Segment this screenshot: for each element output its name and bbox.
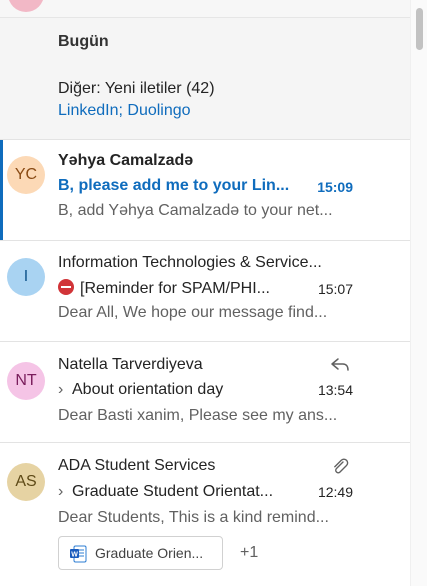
message-item[interactable]: AS ADA Student Services › Graduate Studen… (0, 443, 410, 586)
avatar: YC (7, 156, 45, 194)
avatar (8, 0, 44, 12)
message-subject: [Reminder for SPAM/PHI... (58, 279, 308, 298)
avatar-initials: I (23, 268, 29, 285)
message-sender: Yəhya Camalzadə (58, 152, 194, 169)
message-time: 15:09 (317, 179, 353, 195)
message-subject-text: [Reminder for SPAM/PHI... (80, 280, 270, 297)
avatar: AS (7, 463, 45, 501)
scrollbar-thumb[interactable] (416, 8, 423, 50)
message-sender: Natella Tarverdiyeva (58, 356, 203, 373)
unread-indicator (0, 140, 3, 240)
message-subject-text: Graduate Student Orientat... (72, 483, 274, 500)
avatar: I (7, 258, 45, 296)
message-sender: Information Technologies & Service... (58, 254, 322, 271)
message-preview: Dear All, We hope our message find... (58, 304, 328, 321)
message-time: 15:07 (317, 281, 353, 297)
avatar: NT (7, 362, 45, 400)
avatar-initials: NT (15, 372, 37, 389)
attachment-name: Graduate Orien... (95, 545, 204, 561)
message-subject: › About orientation day (58, 381, 303, 399)
avatar-initials: YC (14, 166, 38, 183)
other-inbox-title[interactable]: Diğer: Yeni iletiler (42) (58, 80, 215, 98)
more-attachments-count[interactable]: +1 (240, 544, 258, 562)
message-time: 12:49 (317, 484, 353, 500)
chevron-right-icon: › (58, 483, 64, 500)
attachment-chip[interactable]: W Graduate Orien... (58, 536, 223, 570)
blocked-icon (58, 279, 74, 295)
message-subject: B, please add me to your Lin... (58, 177, 290, 194)
message-item[interactable]: YC Yəhya Camalzadə B, please add me to y… (0, 140, 410, 241)
message-time: 13:54 (317, 382, 353, 398)
message-preview: Dear Students, This is a kind remind... (58, 509, 329, 526)
previous-message-row[interactable] (0, 0, 410, 18)
avatar-initials: AS (15, 473, 37, 490)
word-document-icon: W (70, 545, 87, 563)
chevron-right-icon: › (58, 381, 64, 398)
message-item[interactable]: NT Natella Tarverdiyeva › About orientati… (0, 342, 410, 443)
message-list: Bugün Diğer: Yeni iletiler (42) LinkedIn… (0, 0, 410, 586)
message-subject: › Graduate Student Orientat... (58, 483, 303, 501)
other-inbox-senders[interactable]: LinkedIn; Duolingo (58, 102, 191, 120)
reply-icon (331, 358, 349, 371)
message-subject-text: About orientation day (72, 381, 224, 398)
scrollbar[interactable] (410, 0, 427, 586)
section-header-today: Bugün (58, 33, 109, 50)
svg-text:W: W (71, 551, 78, 558)
message-preview: B, add Yəhya Camalzadə to your net... (58, 202, 333, 219)
message-preview: Dear Basti xanim, Please see my ans... (58, 407, 338, 424)
paperclip-icon (334, 458, 349, 474)
message-sender: ADA Student Services (58, 457, 216, 474)
message-item[interactable]: I Information Technologies & Service... … (0, 241, 410, 342)
today-section: Bugün Diğer: Yeni iletiler (42) LinkedIn… (0, 18, 410, 140)
